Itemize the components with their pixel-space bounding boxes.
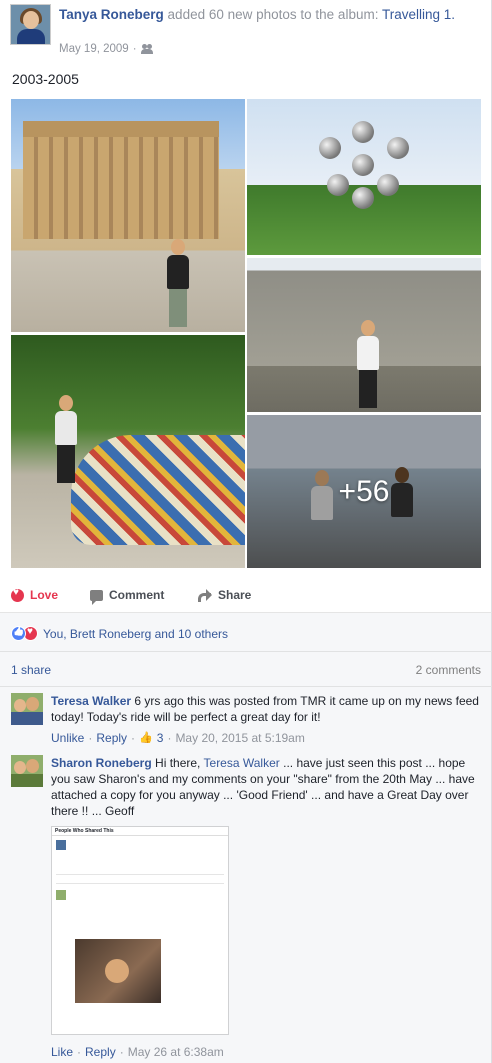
heart-icon [11, 587, 24, 602]
comment-meta: Like · Reply · May 26 at 6:38am [51, 1045, 224, 1059]
post-header: Tanya Roneberg added 60 new photos to th… [10, 4, 482, 56]
love-button[interactable]: Love [11, 587, 59, 602]
post-header-text: Tanya Roneberg added 60 new photos to th… [59, 5, 482, 25]
post-actions: Love Comment Share [0, 584, 492, 610]
commenter-avatar[interactable] [11, 755, 43, 787]
commenter-avatar[interactable] [11, 693, 43, 725]
post-action-text: added 60 new photos to the album: [167, 7, 379, 22]
author-name-link[interactable]: Tanya Roneberg [59, 7, 164, 22]
album-link[interactable]: Travelling 1. [382, 7, 455, 22]
photo-berlin-wall[interactable] [247, 258, 481, 412]
comment-attachment-image[interactable]: People Who Shared This [51, 826, 229, 1035]
reply-link[interactable]: Reply [96, 730, 127, 746]
photo-more[interactable]: +56 [247, 415, 481, 568]
reactions-summary[interactable]: You, Brett Roneberg and 10 others [11, 626, 228, 641]
photo-atomium[interactable] [247, 99, 481, 255]
like-reaction-icon [11, 626, 26, 641]
comment-timestamp[interactable]: May 26 at 6:38am [128, 1045, 224, 1059]
reactions-text[interactable]: You, Brett Roneberg and 10 others [43, 627, 228, 641]
comment-actions-row: Like · Reply · May 26 at 6:38am [11, 1045, 481, 1059]
more-photos-count[interactable]: +56 [247, 415, 481, 568]
share-icon [198, 589, 212, 602]
post-meta: May 19, 2009 · [59, 43, 153, 55]
like-link[interactable]: Like [51, 1045, 73, 1059]
comment-button[interactable]: Comment [90, 588, 165, 605]
photo-parthenon[interactable] [11, 99, 245, 332]
photo-park-guell[interactable] [11, 335, 245, 568]
comment-meta: Unlike · Reply · 👍 3 · May 20, 2015 at 5… [51, 730, 305, 746]
mention-link[interactable]: Teresa Walker [204, 756, 280, 770]
comments-count-link[interactable]: 2 comments [416, 663, 481, 677]
unlike-link[interactable]: Unlike [51, 730, 84, 746]
comment-like-count[interactable]: 3 [157, 730, 164, 746]
share-label: Share [218, 588, 252, 602]
comment-body: Teresa Walker 6 yrs ago this was posted … [51, 693, 481, 746]
post-caption: 2003-2005 [12, 71, 79, 87]
divider [0, 651, 492, 652]
commenter-name-link[interactable]: Sharon Roneberg [51, 756, 152, 770]
comment-body: Sharon Roneberg Hi there, Teresa Walker … [51, 755, 481, 819]
comment-label: Comment [109, 588, 165, 602]
author-avatar[interactable] [10, 4, 51, 45]
commenter-name-link[interactable]: Teresa Walker [51, 694, 131, 708]
meta-separator: · [132, 43, 137, 55]
like-count-icon: 👍 [139, 732, 153, 744]
friends-icon[interactable] [140, 44, 153, 54]
album-post: Tanya Roneberg added 60 new photos to th… [0, 0, 492, 612]
love-label: Love [30, 588, 59, 602]
comment-text: Hi there, [155, 756, 201, 770]
comment-timestamp[interactable]: May 20, 2015 at 5:19am [175, 730, 304, 746]
comment-icon [90, 589, 103, 605]
reply-link[interactable]: Reply [85, 1045, 116, 1059]
attachment-header: People Who Shared This [52, 827, 228, 836]
post-date[interactable]: May 19, 2009 [59, 43, 129, 55]
share-button[interactable]: Share [198, 588, 251, 602]
divider [0, 686, 492, 687]
shares-count-link[interactable]: 1 share [11, 663, 51, 677]
shares-comments-row: 1 share 2 comments [11, 663, 481, 677]
